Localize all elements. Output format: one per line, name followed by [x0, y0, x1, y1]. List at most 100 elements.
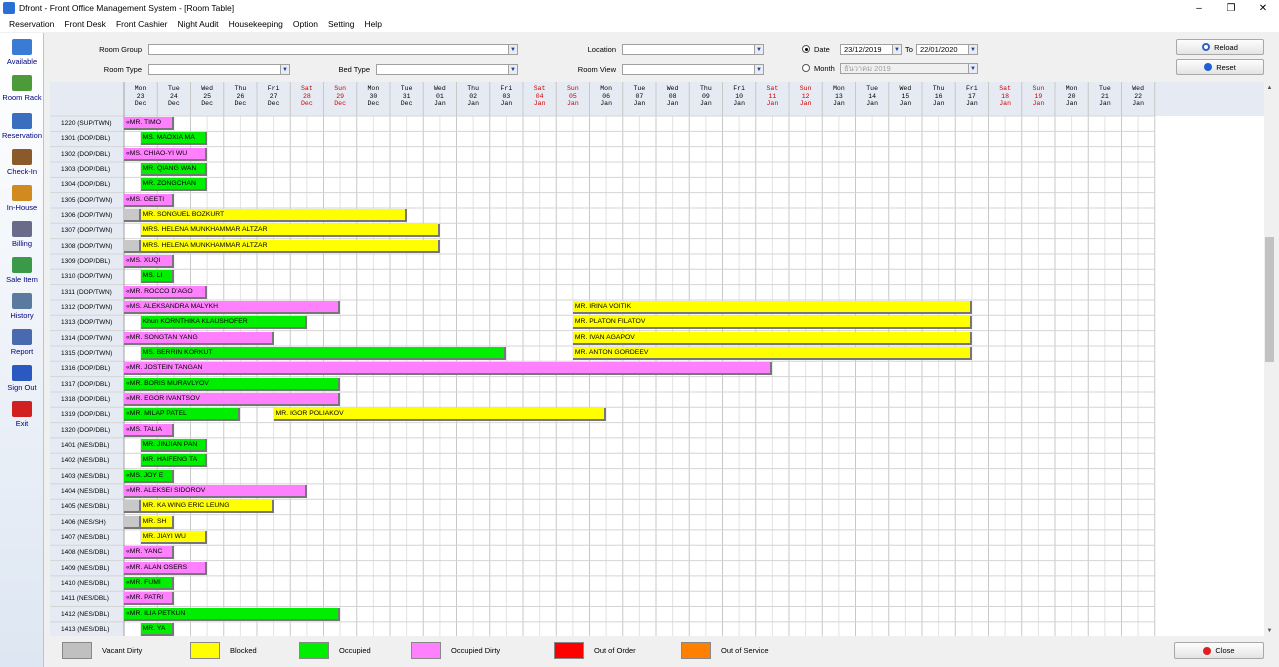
chevron-down-icon[interactable]: ▼	[508, 45, 517, 54]
close-icon[interactable]: ✕	[1247, 0, 1279, 16]
room-label[interactable]: 1320 (DOP/DBL)	[50, 423, 124, 438]
room-label[interactable]: 1413 (NES/DBL)	[50, 622, 124, 636]
sidebar-item-sale-item[interactable]: Sale Item	[0, 253, 44, 287]
chevron-down-icon[interactable]: ▼	[968, 64, 977, 73]
reservation-bar[interactable]: MS. MAOXIA MA	[140, 132, 208, 146]
reservation-bar[interactable]: MR. QIANG WAN	[140, 162, 208, 176]
room-label[interactable]: 1407 (NES/DBL)	[50, 530, 124, 545]
room-label[interactable]: 1402 (NES/DBL)	[50, 453, 124, 468]
chevron-down-icon[interactable]: ▼	[508, 65, 517, 74]
room-label[interactable]: 1220 (SUP/TWN)	[50, 116, 124, 131]
reservation-bar[interactable]: «MR. ALAN OSERS	[124, 561, 208, 575]
room-label[interactable]: 1301 (DOP/DBL)	[50, 131, 124, 146]
room-label[interactable]: 1405 (NES/DBL)	[50, 499, 124, 514]
maximize-icon[interactable]: ❐	[1215, 0, 1247, 16]
reservation-bar[interactable]: MRS. HELENA MUNKHAMMAR ALTZAR	[140, 239, 440, 253]
sidebar-item-exit[interactable]: Exit	[0, 397, 44, 431]
reservation-bar[interactable]: MR. ANTON GORDEEV	[572, 346, 972, 360]
reservation-bar[interactable]: MR. ZONGCHAN	[140, 178, 208, 192]
room-label[interactable]: 1406 (NES/SH)	[50, 515, 124, 530]
reservation-bar[interactable]: Khun KORNTHIKA KLAUSHOFER	[140, 316, 307, 330]
chevron-down-icon[interactable]: ▼	[754, 65, 763, 74]
room-label[interactable]: 1409 (NES/DBL)	[50, 561, 124, 576]
sidebar-item-reservation[interactable]: Reservation	[0, 109, 44, 143]
reservation-bar[interactable]: MR. JINJIAN PAN	[140, 438, 208, 452]
menu-item-option[interactable]: Option	[288, 19, 323, 29]
room-label[interactable]: 1303 (DOP/DBL)	[50, 162, 124, 177]
room-label[interactable]: 1314 (DOP/TWN)	[50, 331, 124, 346]
month-radio[interactable]	[802, 64, 810, 72]
room-label[interactable]: 1319 (DOP/DBL)	[50, 407, 124, 422]
date-to-input[interactable]: 22/01/2020 ▼	[916, 44, 978, 55]
reservation-bar[interactable]: «MR. ALEKSEI SIDOROV	[124, 484, 307, 498]
reservation-bar[interactable]: MR. KA WING ERIC LEUNG	[140, 500, 274, 514]
menu-item-setting[interactable]: Setting	[323, 19, 359, 29]
reservation-bar[interactable]: «MR. JOSTEIN TANGAN	[124, 362, 773, 376]
reservation-bar[interactable]	[124, 208, 141, 222]
sidebar-item-available[interactable]: Available	[0, 35, 44, 69]
menu-item-housekeeping[interactable]: Housekeeping	[224, 19, 288, 29]
reservation-bar[interactable]: «MR. FUMI	[124, 576, 174, 590]
reservation-bar[interactable]: «MR. MILAP PATEL	[124, 408, 241, 422]
reservation-bar[interactable]: «MR. SONGTAN YANG	[124, 331, 274, 345]
reservation-bar[interactable]: MR. SH	[140, 515, 174, 529]
room-label[interactable]: 1310 (DOP/TWN)	[50, 269, 124, 284]
reservation-bar[interactable]: «MR. TIMO	[124, 117, 174, 130]
reservation-bar[interactable]: «MR. ILIA PETKUN	[124, 607, 341, 621]
reservation-bar[interactable]: MR. SONGUEL BOZKURT	[140, 208, 407, 222]
reservation-bar[interactable]: «MS. CHIAO-YI WU	[124, 147, 208, 161]
sidebar-item-history[interactable]: History	[0, 289, 44, 323]
reservation-bar[interactable]: MR. IRINA VOITIK	[572, 300, 972, 314]
room-label[interactable]: 1316 (DOP/DBL)	[50, 361, 124, 376]
reservation-bar[interactable]: «MR. PATRI	[124, 592, 174, 606]
sidebar-item-billing[interactable]: Billing	[0, 217, 44, 251]
room-label[interactable]: 1306 (DOP/TWN)	[50, 208, 124, 223]
date-radio[interactable]	[802, 45, 810, 53]
sidebar-item-report[interactable]: Report	[0, 325, 44, 359]
sidebar-item-in-house[interactable]: In-House	[0, 181, 44, 215]
reservation-bar[interactable]: «MS. JOY E	[124, 469, 174, 483]
chevron-down-icon[interactable]: ▼	[280, 65, 289, 74]
room-label[interactable]: 1408 (NES/DBL)	[50, 545, 124, 560]
menu-item-help[interactable]: Help	[359, 19, 386, 29]
room-label[interactable]: 1318 (DOP/DBL)	[50, 392, 124, 407]
month-select[interactable]: ธันวาคม 2019 ▼	[840, 63, 978, 74]
room-label[interactable]: 1307 (DOP/TWN)	[50, 223, 124, 238]
room-type-select[interactable]: ▼	[148, 64, 290, 75]
minimize-icon[interactable]: –	[1183, 0, 1215, 16]
sidebar-item-check-in[interactable]: Check-In	[0, 145, 44, 179]
reservation-bar[interactable]	[124, 515, 141, 529]
room-label[interactable]: 1404 (NES/DBL)	[50, 484, 124, 499]
date-from-input[interactable]: 23/12/2019 ▼	[840, 44, 902, 55]
reservation-bar[interactable]: MR. IGOR POLIAKOV	[273, 408, 607, 422]
location-select[interactable]: ▼	[622, 44, 764, 55]
menu-item-reservation[interactable]: Reservation	[4, 19, 59, 29]
reservation-bar[interactable]: MS. BERRIN KORKUT	[140, 346, 507, 360]
reservation-bar[interactable]: «MS. ALEKSANDRA MALYKH	[124, 300, 341, 314]
reservation-bar[interactable]: «MR. YANC	[124, 546, 174, 560]
room-label[interactable]: 1304 (DOP/DBL)	[50, 177, 124, 192]
reload-button[interactable]: Reload	[1176, 39, 1264, 55]
reservation-bar[interactable]: MS. LI	[140, 270, 174, 284]
reservation-bar[interactable]: «MR. ROCCO D'AGO	[124, 285, 208, 299]
menu-item-night-audit[interactable]: Night Audit	[172, 19, 223, 29]
reservation-bar[interactable]: MR. YA	[140, 622, 174, 636]
room-label[interactable]: 1401 (NES/DBL)	[50, 438, 124, 453]
bed-type-select[interactable]: ▼	[376, 64, 518, 75]
reservation-bar[interactable]: MR. JIAYI WU	[140, 530, 208, 544]
room-label[interactable]: 1315 (DOP/TWN)	[50, 346, 124, 361]
reservation-bar[interactable]: MR. PLATON FILATOV	[572, 316, 972, 330]
reservation-bar[interactable]	[124, 500, 141, 514]
reservation-bar[interactable]: «MS. XUQI	[124, 254, 174, 268]
reservation-bar[interactable]	[124, 239, 141, 253]
room-table-grid[interactable]: Mon 23 Dec Tue 24 Dec Wed 25 Dec Thu 26 Dec Fri 27 Dec…	[50, 82, 1264, 636]
chevron-down-icon[interactable]: ▼	[968, 45, 977, 54]
reservation-bar[interactable]: MR. HAIFENG TA	[140, 454, 208, 468]
sidebar-item-room-rack[interactable]: Room Rack	[0, 71, 44, 105]
scroll-up-icon[interactable]: ▲	[1264, 82, 1275, 93]
menu-item-front-desk[interactable]: Front Desk	[59, 19, 111, 29]
close-button[interactable]: Close	[1174, 642, 1264, 659]
scroll-down-icon[interactable]: ▼	[1264, 625, 1275, 636]
room-view-select[interactable]: ▼	[622, 64, 764, 75]
reservation-bar[interactable]: «MS. GEETI	[124, 193, 174, 207]
